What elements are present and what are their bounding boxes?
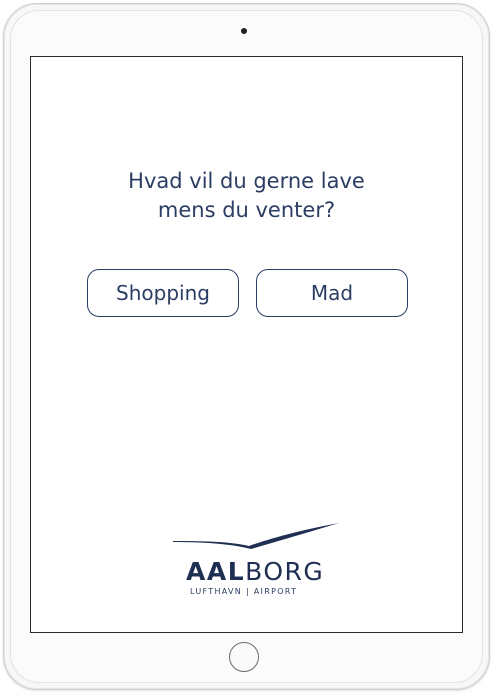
mad-button-label: Mad [310,281,354,305]
home-button-icon[interactable] [229,642,259,672]
logo-wordmark-bold: AAL [186,557,246,586]
logo-tagline: LUFTHAVN | AIRPORT [190,587,298,596]
logo-wordmark-light: BORG [245,557,325,586]
mad-button[interactable]: Mad [256,269,408,317]
aalborg-airport-logo: AALBORG LUFTHAVN | AIRPORT [171,519,341,599]
shopping-button[interactable]: Shopping [87,269,239,317]
question-line-2: mens du venter? [157,198,336,222]
camera-icon [241,28,247,34]
logo-wordmark: AALBORG [186,559,324,585]
swoosh-icon [173,523,339,549]
app-screen: Hvad vil du gerne lave mens du venter? S… [30,56,463,633]
shopping-button-label: Shopping [116,281,210,305]
question-line-1: Hvad vil du gerne lave [128,169,365,193]
question-heading: Hvad vil du gerne lave mens du venter? [31,167,462,225]
